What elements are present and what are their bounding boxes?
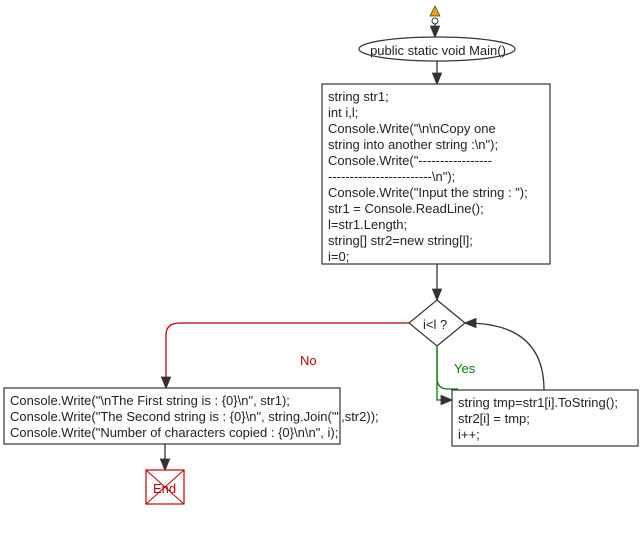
edge-label-no: No bbox=[300, 352, 317, 370]
decision-label: i<l ? bbox=[423, 316, 447, 334]
main-label: public static void Main() bbox=[362, 42, 514, 60]
edge-loop-back bbox=[466, 323, 544, 390]
init-line-8: l=str1.Length; bbox=[328, 216, 407, 234]
init-line-5: ------------------------\n"); bbox=[328, 168, 455, 186]
output-line-0: Console.Write("\nThe First string is : {… bbox=[10, 392, 290, 410]
loop-line-1: str2[i] = tmp; bbox=[458, 410, 530, 428]
edge-decision-no bbox=[166, 323, 409, 387]
init-line-1: int i,l; bbox=[328, 104, 358, 122]
init-line-4: Console.Write("----------------- bbox=[328, 152, 492, 170]
start-marker bbox=[430, 6, 440, 24]
edge-decision-yes bbox=[437, 346, 451, 400]
end-label: End bbox=[153, 480, 176, 498]
loop-line-0: string tmp=str1[i].ToString(); bbox=[458, 394, 618, 412]
output-line-1: Console.Write("The Second string is : {0… bbox=[10, 408, 379, 426]
init-line-10: i=0; bbox=[328, 248, 349, 266]
init-line-3: string into another string :\n"); bbox=[328, 136, 498, 154]
init-line-2: Console.Write("\n\nCopy one bbox=[328, 120, 496, 138]
loop-line-2: i++; bbox=[458, 426, 480, 444]
output-line-2: Console.Write("Number of characters copi… bbox=[10, 424, 338, 442]
init-line-9: string[] str2=new string[l]; bbox=[328, 232, 473, 250]
edge-label-yes: Yes bbox=[454, 360, 475, 378]
init-line-6: Console.Write("Input the string : "); bbox=[328, 184, 528, 202]
init-line-7: str1 = Console.ReadLine(); bbox=[328, 200, 484, 218]
init-line-0: string str1; bbox=[328, 88, 389, 106]
flowchart-canvas bbox=[0, 0, 641, 558]
